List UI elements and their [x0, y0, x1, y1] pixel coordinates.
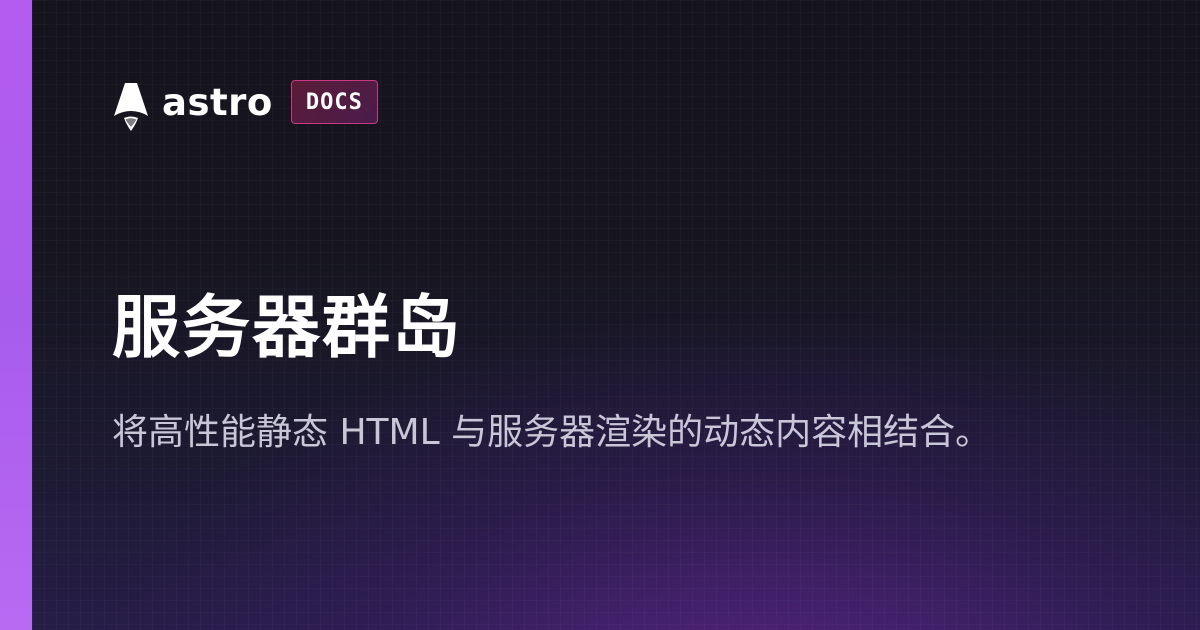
brand-header: astro DOCS [112, 78, 378, 134]
docs-badge: DOCS [290, 80, 378, 124]
accent-bar [0, 0, 32, 630]
page-title: 服务器群岛 [112, 289, 463, 368]
astro-wordmark: astro [162, 80, 273, 124]
astro-rocket-icon [114, 83, 148, 131]
page-description: 将高性能静态 HTML 与服务器渲染的动态内容相结合。 [112, 412, 992, 453]
og-card: astro DOCS 服务器群岛 将高性能静态 HTML 与服务器渲染的动态内容… [0, 0, 1200, 630]
